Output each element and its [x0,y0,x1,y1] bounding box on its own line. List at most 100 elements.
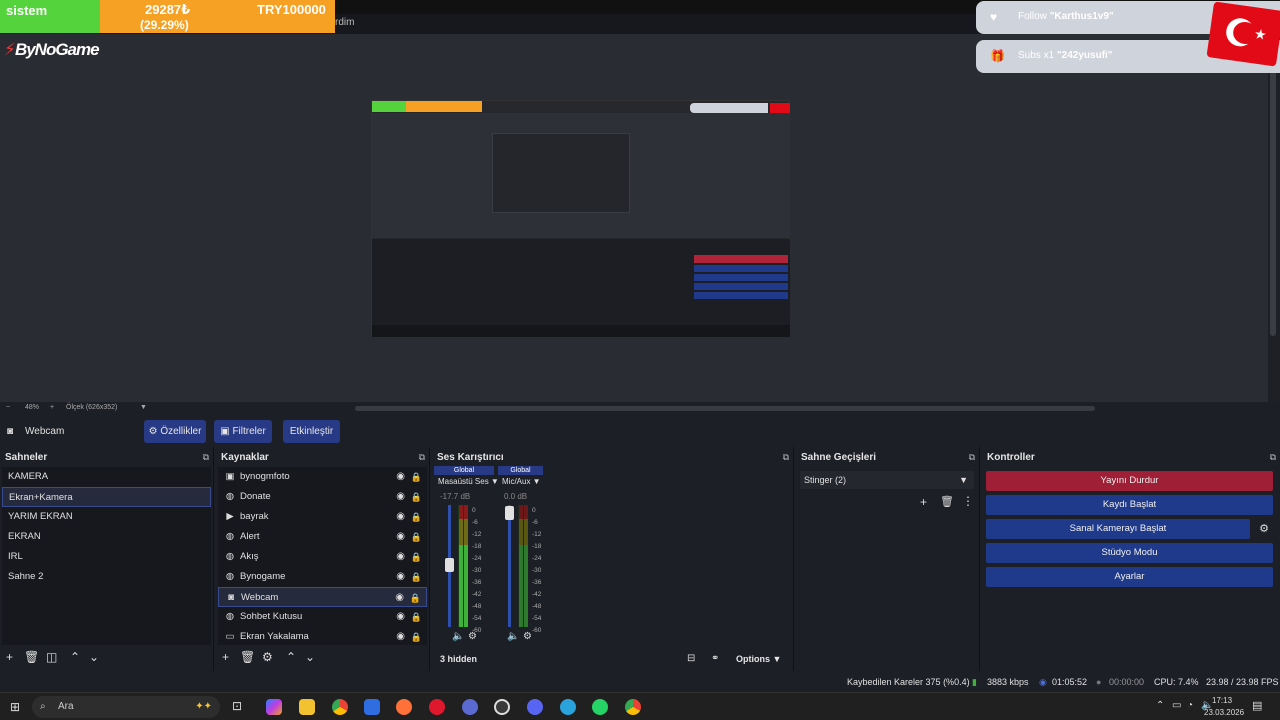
stop-streaming-button[interactable]: Yayını Durdur [986,471,1273,491]
add-icon[interactable]: + [6,650,13,664]
gear-icon[interactable]: ⚙ [468,631,477,642]
scrollbar-thumb[interactable] [1270,36,1276,336]
clock-time[interactable]: 17:13 [1212,696,1232,705]
lock-icon[interactable]: 🔒 [411,487,422,507]
scene-item[interactable]: Sahne 2 [2,567,211,587]
notification-icon[interactable]: ▤ [1252,699,1262,712]
chevron-up-icon[interactable]: ⌃ [70,650,80,664]
trash-icon[interactable]: 🗑 [940,495,954,508]
chevron-up-icon[interactable]: ⌃ [286,650,296,664]
link-icon[interactable]: ⚭ [711,653,719,664]
opera-icon[interactable] [429,699,445,715]
copilot-icon[interactable] [266,699,282,715]
more-icon[interactable]: ⋮ [962,494,974,508]
volume-slider-handle[interactable] [445,558,454,572]
lock-icon[interactable]: 🔒 [411,547,422,567]
settings-button[interactable]: Ayarlar [986,567,1273,587]
scene-item[interactable]: YARIM EKRAN [2,507,211,527]
gear-icon[interactable]: ⚙ [1254,519,1274,539]
chevron-down-icon[interactable]: ▼ [140,404,147,411]
wifi-icon[interactable]: ◔ [1187,700,1193,711]
speaker-icon[interactable]: 🔈 [452,631,464,642]
lock-icon[interactable]: 🔒 [411,627,422,647]
hidden-count[interactable]: 3 hidden [440,654,477,664]
telegram-icon[interactable] [560,699,576,715]
network-icon[interactable]: ▭ [1172,700,1181,711]
mail-icon[interactable] [364,699,380,715]
source-item[interactable]: ◍ Sohbet Kutusu ◉ 🔒 [218,607,427,627]
eye-icon[interactable]: ◉ [396,547,405,567]
scene-item[interactable]: KAMERA [2,467,211,487]
eye-icon[interactable]: ◉ [396,467,405,487]
obs-icon[interactable] [494,699,510,715]
undock-icon[interactable]: ⧉ [969,452,975,463]
eye-icon[interactable]: ◉ [396,527,405,547]
volume-slider-track[interactable] [508,505,511,627]
lock-icon[interactable]: 🔒 [411,607,422,627]
undock-icon[interactable]: ⧉ [1270,452,1276,463]
chevron-up-icon[interactable]: ⌃ [1156,700,1164,711]
source-item[interactable]: ▭ Ekran Yakalama ◉ 🔒 [218,627,427,647]
lock-icon[interactable]: 🔒 [411,467,422,487]
firefox-icon[interactable] [396,699,412,715]
eye-icon[interactable]: ◉ [396,627,405,647]
trash-icon[interactable]: 🗑 [240,650,255,664]
trash-icon[interactable]: 🗑 [24,650,39,664]
discord-icon[interactable] [527,699,543,715]
layout-icon[interactable]: ⊟ [687,653,695,664]
start-virtual-camera-button[interactable]: Sanal Kamerayı Başlat [986,519,1250,539]
scene-item[interactable]: IRL [2,547,211,567]
options-button[interactable]: Options ▼ [736,654,781,664]
eye-icon[interactable]: ◉ [396,487,405,507]
source-item[interactable]: ◍ Donate ◉ 🔒 [218,487,427,507]
add-icon[interactable]: + [222,650,229,664]
app-icon[interactable] [462,699,478,715]
chevron-down-icon[interactable]: ⌄ [305,650,315,664]
studio-mode-button[interactable]: Stüdyo Modu [986,543,1273,563]
source-item[interactable]: ◍ Alert ◉ 🔒 [218,527,427,547]
eye-icon[interactable]: ◉ [396,607,405,627]
chrome-icon[interactable] [625,699,641,715]
source-item[interactable]: ◍ Akış ◉ 🔒 [218,547,427,567]
filter-icon[interactable]: ◫ [46,650,57,664]
horizontal-scrollbar[interactable] [355,406,1095,411]
volume-slider-handle[interactable] [505,506,514,520]
undock-icon[interactable]: ⧉ [419,452,425,463]
scene-item-selected[interactable]: Ekran+Kamera [2,487,211,507]
zoom-out-icon[interactable]: − [6,404,10,411]
gear-icon[interactable]: ⚙ [523,631,532,642]
channel-name[interactable]: Mic/Aux ▼ [502,477,541,486]
start-recording-button[interactable]: Kaydı Başlat [986,495,1273,515]
lock-icon[interactable]: 🔒 [410,588,421,608]
windows-start-icon[interactable]: ⊞ [10,700,23,714]
eye-icon[interactable]: ◉ [395,588,404,608]
undock-icon[interactable]: ⧉ [783,452,789,463]
properties-button[interactable]: ⚙ Özellikler [144,420,206,443]
lock-icon[interactable]: 🔒 [411,567,422,587]
gear-icon[interactable]: ⚙ [262,650,273,664]
activate-button[interactable]: Etkinleştir [283,420,340,443]
add-icon[interactable]: + [920,495,927,509]
source-item[interactable]: ▶ bayrak ◉ 🔒 [218,507,427,527]
clock-date[interactable]: 23.03.2026 [1204,708,1244,717]
source-item[interactable]: ◍ Bynogame ◉ 🔒 [218,567,427,587]
whatsapp-icon[interactable] [592,699,608,715]
undock-icon[interactable]: ⧉ [203,452,209,463]
chevron-down-icon[interactable]: ⌄ [89,650,99,664]
chrome-icon[interactable] [332,699,348,715]
scene-item[interactable]: EKRAN [2,527,211,547]
source-item[interactable]: ▣ bynogmfoto ◉ 🔒 [218,467,427,487]
source-item-selected[interactable]: ◙ Webcam ◉ 🔒 [218,587,427,607]
filters-button[interactable]: ▣ Filtreler [214,420,272,443]
lock-icon[interactable]: 🔒 [411,507,422,527]
task-view-icon[interactable]: ⊡ [232,699,248,715]
file-explorer-icon[interactable] [299,699,315,715]
eye-icon[interactable]: ◉ [396,567,405,587]
taskbar-search[interactable]: ⌕ Ara ✦✦ [32,696,220,718]
lock-icon[interactable]: 🔒 [411,527,422,547]
transition-select[interactable]: Stinger (2) ▼ [800,471,974,489]
speaker-icon[interactable]: 🔈 [507,631,519,642]
channel-name[interactable]: Masaüstü Ses ▼ [438,477,499,486]
eye-icon[interactable]: ◉ [396,507,405,527]
zoom-in-icon[interactable]: + [50,404,54,411]
